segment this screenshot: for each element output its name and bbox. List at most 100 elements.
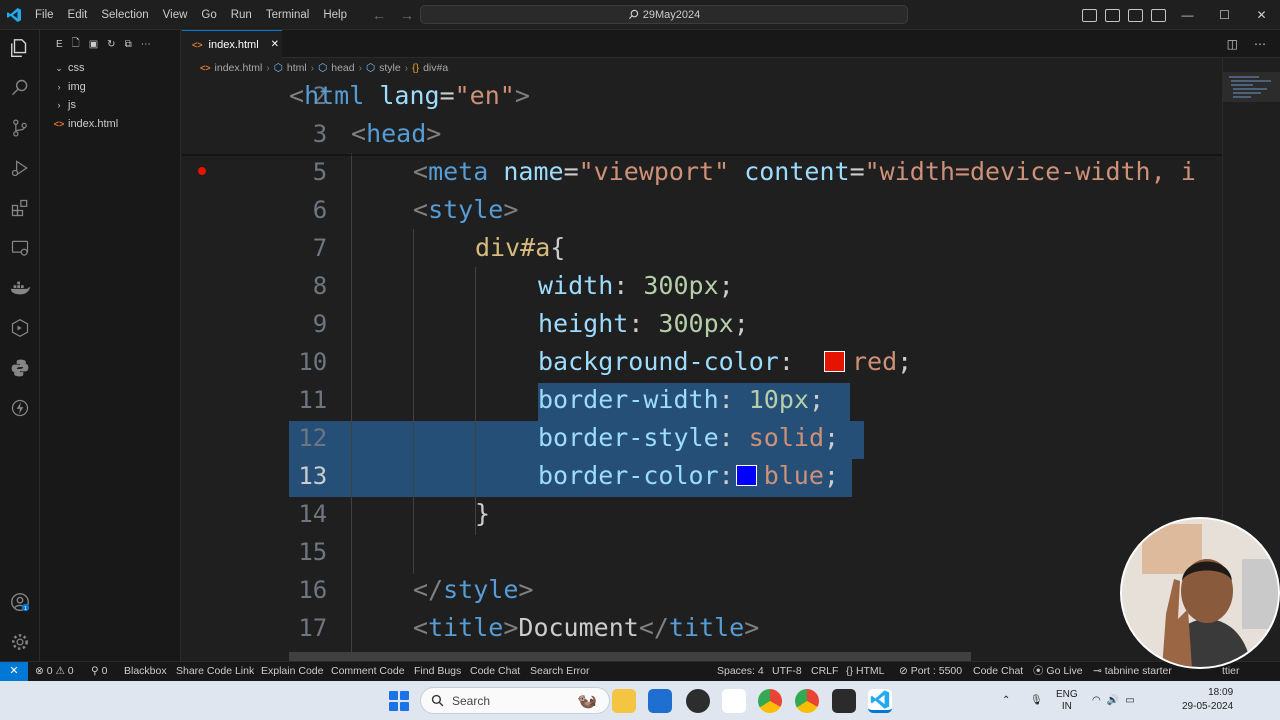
status-indentation[interactable]: Spaces: 4 (717, 662, 764, 681)
status-share-code-link[interactable]: Share Code Link (176, 662, 254, 681)
menu-help[interactable]: Help (316, 0, 354, 30)
customize-layout-icon[interactable] (1151, 8, 1166, 22)
menu-edit[interactable]: Edit (61, 0, 95, 30)
chrome-profile-icon[interactable] (795, 689, 819, 713)
search-highlight-icon: 🦦 (577, 692, 597, 710)
ports-indicator[interactable]: ⚲ 0 (91, 662, 107, 681)
blackbox-icon[interactable] (8, 316, 32, 340)
breadcrumb-item[interactable]: index.html (215, 62, 263, 74)
line-number: 6 (312, 196, 328, 224)
language-indicator[interactable]: ENG IN (1056, 681, 1078, 720)
terminal-icon[interactable] (832, 689, 856, 713)
code-token: style (428, 195, 504, 224)
menu-view[interactable]: View (156, 0, 195, 30)
problems-indicator[interactable]: ⊗ 0 ⚠ 0 (35, 662, 74, 681)
obs-icon[interactable] (686, 689, 710, 713)
explorer-icon[interactable] (8, 36, 32, 60)
more-actions-icon[interactable]: ⋯ (1254, 37, 1266, 51)
menu-selection[interactable]: Selection (94, 0, 155, 30)
extensions-icon[interactable] (8, 196, 32, 220)
slack-icon[interactable] (722, 689, 746, 713)
taskbar-search[interactable]: Search 🦦 (420, 687, 610, 714)
remote-explorer-icon[interactable] (8, 236, 32, 260)
search-icon (628, 9, 638, 20)
menu-terminal[interactable]: Terminal (259, 0, 316, 30)
status-find-bugs[interactable]: Find Bugs (414, 662, 461, 681)
status-blackbox[interactable]: Blackbox (124, 662, 167, 681)
close-icon[interactable]: ✕ (1243, 0, 1280, 30)
toggle-primary-sidebar-icon[interactable] (1082, 8, 1097, 22)
file-explorer-icon[interactable] (612, 689, 636, 713)
status-language[interactable]: {} HTML (846, 662, 885, 681)
tree-file-index-html[interactable]: <> index.html (40, 115, 180, 134)
maximize-icon[interactable]: ☐ (1206, 0, 1243, 30)
mail-icon[interactable] (648, 689, 672, 713)
vscode-taskbar-icon[interactable] (868, 689, 892, 713)
breadcrumb-item[interactable]: style (379, 62, 401, 74)
accounts-icon[interactable]: 1 (8, 590, 32, 614)
status-comment-code[interactable]: Comment Code (331, 662, 405, 681)
status-go-live[interactable]: ⦿ Go Live (1033, 662, 1083, 681)
menu-run[interactable]: Run (224, 0, 259, 30)
manage-gear-icon[interactable] (8, 630, 32, 654)
status-encoding[interactable]: UTF-8 (772, 662, 802, 681)
clock-date: 29-05-2024 (1182, 701, 1234, 712)
refresh-icon[interactable]: ↻ (107, 39, 115, 50)
color-swatch-red[interactable] (823, 351, 845, 372)
split-editor-icon[interactable]: ◫ (1227, 37, 1238, 51)
status-port[interactable]: ⊘ Port : 5500 (899, 662, 962, 681)
minimize-icon[interactable]: — (1169, 0, 1206, 30)
python-icon[interactable] (8, 356, 32, 380)
search-icon[interactable] (8, 76, 32, 100)
windows-start-icon[interactable] (389, 691, 409, 711)
status-code-chat[interactable]: Code Chat (470, 662, 520, 681)
code-editor[interactable]: 2 <html lang="en"> 3 <head> 5 <meta name… (182, 77, 1222, 652)
back-arrow-icon[interactable]: ← (372, 7, 386, 23)
status-eol[interactable]: CRLF (811, 662, 838, 681)
remote-indicator-icon[interactable]: ✕ (0, 662, 28, 682)
breadcrumb-item[interactable]: html (287, 62, 307, 74)
code-token: height (538, 309, 629, 338)
more-actions-icon[interactable]: ⋯ (141, 39, 151, 50)
color-swatch-blue[interactable] (735, 465, 757, 486)
close-tab-icon[interactable]: ✕ (271, 39, 279, 50)
toggle-panel-icon[interactable] (1105, 8, 1120, 22)
code-token: "width=device-width, i (864, 157, 1196, 186)
status-tabnine[interactable]: ⊸ tabnine starter (1093, 662, 1172, 681)
clock[interactable]: 18:09 29-05-2024 (1182, 686, 1233, 714)
tray-chevron-icon[interactable]: ⌃ (1002, 681, 1010, 720)
chrome-icon[interactable] (758, 689, 782, 713)
collapse-all-icon[interactable]: ⧉ (125, 39, 132, 50)
tree-folder-img[interactable]: › img (40, 78, 180, 97)
new-folder-icon[interactable]: ▣ (89, 39, 98, 50)
line-number: 17 (298, 614, 328, 642)
breadcrumb-item[interactable]: div#a (423, 62, 448, 74)
code-token: border-style (538, 423, 719, 452)
tree-folder-css[interactable]: ⌄ css (40, 59, 180, 78)
line-number: 16 (298, 576, 328, 604)
clock-time: 18:09 (1208, 687, 1234, 698)
tab-index-html[interactable]: <> index.html ✕ (182, 30, 282, 58)
code-line: 16 </style> (182, 571, 1222, 609)
microphone-icon[interactable]: 🎙 (1030, 681, 1043, 720)
status-explain-code[interactable]: Explain Code (261, 662, 323, 681)
live-share-icon[interactable] (8, 396, 32, 420)
toggle-secondary-sidebar-icon[interactable] (1128, 8, 1143, 22)
run-debug-icon[interactable] (8, 156, 32, 180)
status-code-chat-right[interactable]: Code Chat (973, 662, 1023, 681)
forward-arrow-icon[interactable]: → (400, 7, 414, 23)
menu-go[interactable]: Go (194, 0, 223, 30)
breadcrumb-item[interactable]: head (331, 62, 354, 74)
tree-folder-js[interactable]: › js (40, 96, 180, 115)
menu-file[interactable]: File (28, 0, 61, 30)
horizontal-scrollbar[interactable] (289, 652, 971, 661)
line-number: 5 (312, 158, 328, 186)
system-tray[interactable]: ◠ 🔊 ▭ (1092, 681, 1135, 720)
source-control-icon[interactable] (8, 116, 32, 140)
command-center[interactable]: 29May2024 (420, 5, 908, 24)
new-file-icon[interactable]: 🗋 (72, 36, 80, 53)
docker-icon[interactable] (8, 276, 32, 300)
code-line: 10 background-color: red; (182, 343, 1222, 381)
status-search-error[interactable]: Search Error (530, 662, 590, 681)
breakpoint-icon[interactable] (198, 167, 206, 175)
